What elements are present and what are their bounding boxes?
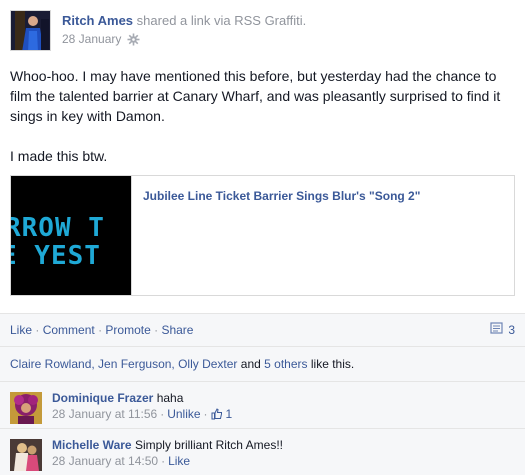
comment-text: haha [156,391,184,405]
comment-content: Dominique Frazer haha [52,391,183,405]
post-meta: 28 January [62,31,140,47]
separator: · [154,323,159,337]
link-attachment[interactable]: RROW T E YEST Jubilee Line Ticket Barrie… [10,175,515,296]
post-body: Whoo-hoo. I may have mentioned this befo… [10,66,510,186]
attachment-thumbnail[interactable]: RROW T E YEST [11,176,132,295]
share-link[interactable]: Share [161,323,193,337]
comment-unlike-link[interactable]: Unlike [167,407,200,421]
comment-link[interactable]: Comment [43,323,95,337]
separator: · [203,407,208,421]
likers-names[interactable]: Claire Rowland, Jen Ferguson, Olly Dexte… [10,357,237,371]
commenter-name-link[interactable]: Dominique Frazer [52,391,153,405]
likes-suffix: like this. [310,357,355,371]
commenter-avatar[interactable] [10,392,42,424]
post-paragraph: Whoo-hoo. I may have mentioned this befo… [10,68,501,124]
comment-count[interactable]: 3 [490,322,515,338]
commenter-avatar[interactable] [10,439,42,471]
separator: · [35,323,40,337]
action-bar: Like · Comment · Promote · Share 3 [0,313,525,346]
post-paragraph: I made this btw. [10,148,108,164]
separator: · [98,323,103,337]
comment-like-count[interactable]: 1 [226,407,233,421]
comment-count-value: 3 [508,323,515,337]
thumbs-up-icon[interactable] [211,408,223,420]
gear-icon[interactable] [127,33,140,46]
action-links: Like · Comment · Promote · Share [10,323,193,337]
promote-link[interactable]: Promote [105,323,150,337]
likes-summary: Claire Rowland, Jen Ferguson, Olly Dexte… [0,346,525,381]
comment-like-link[interactable]: Like [168,454,190,468]
commenter-name-link[interactable]: Michelle Ware [52,438,132,452]
author-avatar[interactable] [10,10,51,51]
separator: · [160,407,165,421]
post-headline: Ritch Ames shared a link via RSS Graffit… [62,13,306,29]
attachment-title-link[interactable]: Jubilee Line Ticket Barrier Sings Blur's… [143,188,420,204]
comment-time[interactable]: 28 January at 14:50 [52,454,158,468]
post-header: Ritch Ames shared a link via RSS Graffit… [10,10,515,54]
comment-item: Dominique Frazer haha 28 January at 11:5… [0,381,525,428]
likes-text: Claire Rowland, Jen Ferguson, Olly Dexte… [10,357,354,371]
thumbnail-text-line-2: E YEST [11,241,101,271]
comment-bubble-icon [490,322,504,338]
thumbnail-text-line-1: RROW T [11,213,105,243]
action-text: shared a link via RSS Graffiti. [136,13,307,28]
likes-others-link[interactable]: 5 others [264,357,307,371]
comment-time[interactable]: 28 January at 11:56 [52,407,157,421]
comment-text: Simply brilliant Ritch Ames!! [134,438,283,452]
comment-meta: 28 January at 11:56 · Unlike · 1 [52,407,232,421]
comment-content: Michelle Ware Simply brilliant Ritch Ame… [52,438,283,452]
comment-item: Michelle Ware Simply brilliant Ritch Ame… [0,428,525,475]
likes-and: and [240,357,261,371]
like-link[interactable]: Like [10,323,32,337]
author-name-link[interactable]: Ritch Ames [62,13,133,28]
comment-meta: 28 January at 14:50 · Like [52,454,190,468]
separator: · [161,454,166,468]
post-date[interactable]: 28 January [62,31,121,47]
